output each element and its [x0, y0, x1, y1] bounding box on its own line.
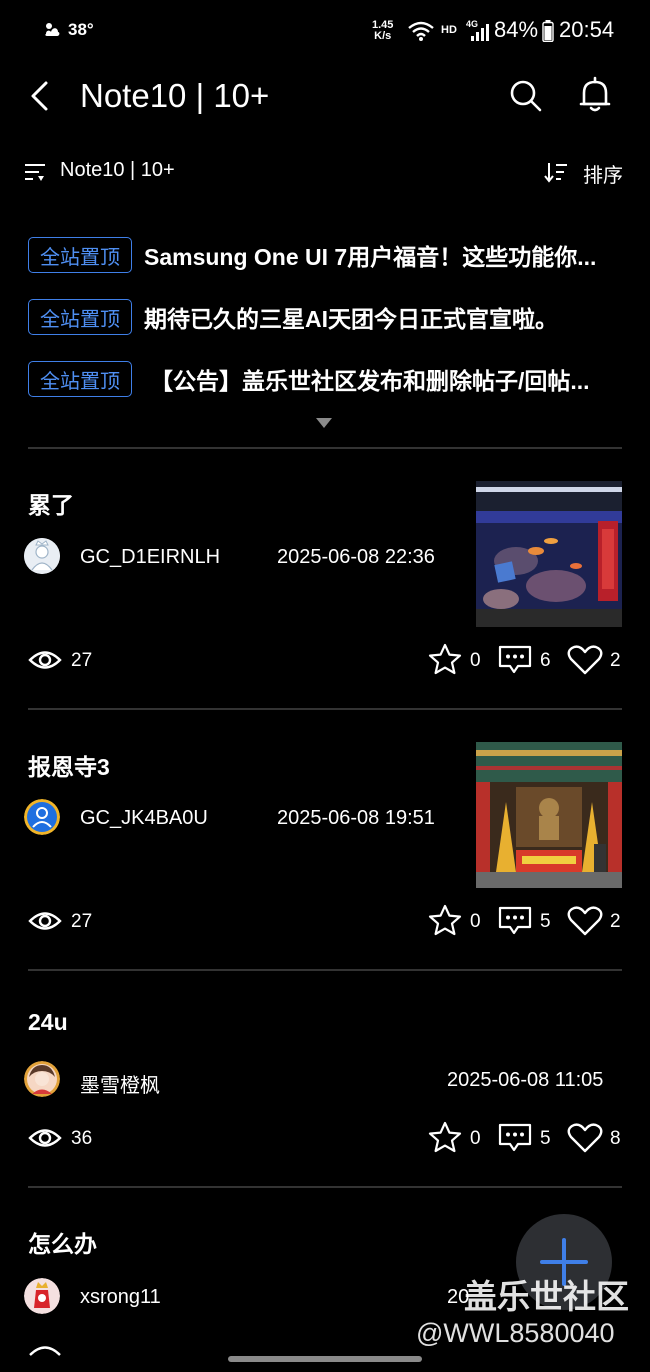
wifi-icon	[408, 21, 434, 41]
temperature: 38°	[68, 20, 94, 39]
pinned-title: 【公告】盖乐世社区发布和删除帖子/回帖...	[150, 368, 590, 394]
back-arrow-icon[interactable]	[26, 80, 54, 112]
signal-icon	[471, 24, 489, 41]
comment-icon[interactable]	[498, 1123, 532, 1153]
post-title[interactable]: 24u	[28, 1009, 68, 1036]
heart-icon[interactable]	[567, 644, 603, 676]
post-time: 2025-06-08 22:36	[277, 546, 435, 568]
pinned-title: Samsung One UI 7用户福音！这些功能你...	[144, 244, 597, 270]
like-count: 2	[610, 650, 621, 671]
eye-icon	[28, 651, 62, 669]
pinned-badge: 全站置顶	[28, 361, 132, 397]
post-title[interactable]: 怎么办	[28, 1225, 97, 1259]
star-icon[interactable]	[428, 643, 462, 675]
sort-button[interactable]: 排序	[583, 159, 623, 188]
comment-count: 6	[540, 650, 551, 671]
home-indicator[interactable]	[228, 1356, 422, 1362]
author-name[interactable]: GC_D1EIRNLH	[80, 546, 220, 569]
pinned-title: 期待已久的三星AI天团今日正式官宣啦。	[144, 306, 558, 332]
comment-icon[interactable]	[498, 906, 532, 936]
expand-chevron-icon[interactable]	[314, 416, 334, 430]
pinned-post[interactable]: 全站置顶 Samsung One UI 7用户福音！这些功能你...	[28, 236, 628, 274]
watermark-handle: @WWL8580040	[416, 1318, 615, 1348]
comment-count: 5	[540, 911, 551, 932]
view-count: 27	[71, 650, 93, 671]
favorite-count: 0	[470, 650, 481, 671]
post-title[interactable]: 报恩寺3	[28, 748, 110, 782]
eye-icon	[28, 912, 62, 930]
star-icon[interactable]	[428, 904, 462, 936]
avatar[interactable]	[24, 799, 60, 835]
hd-indicator: HD	[441, 24, 457, 36]
eye-icon	[28, 1129, 62, 1147]
comment-icon[interactable]	[498, 645, 532, 675]
net-speed: 1.45 K/s	[372, 19, 394, 42]
divider	[28, 447, 622, 449]
eye-icon	[29, 1346, 61, 1356]
post-time: 2025-06-08 11:05	[447, 1069, 604, 1091]
bell-icon[interactable]	[578, 76, 612, 114]
status-bar: 38° 1.45 K/s HD 4G 84% 20:54	[0, 0, 650, 60]
filter-label[interactable]: Note10 | 10+	[60, 159, 175, 182]
pinned-post[interactable]: 全站置顶 期待已久的三星AI天团今日正式官宣啦。	[28, 298, 628, 336]
battery-icon	[542, 20, 554, 42]
post-title[interactable]: 累了	[28, 486, 74, 520]
divider	[28, 1186, 622, 1188]
weather-icon	[45, 23, 60, 36]
view-count: 27	[71, 911, 93, 932]
sort-icon[interactable]	[544, 161, 568, 183]
author-name[interactable]: xsrong11	[80, 1286, 161, 1309]
page-title: Note10 | 10+	[80, 77, 270, 114]
divider	[28, 969, 622, 971]
clock: 20:54	[559, 17, 615, 42]
battery-percent: 84%	[494, 17, 539, 42]
comment-count: 5	[540, 1128, 551, 1149]
post-thumbnail[interactable]	[476, 742, 622, 888]
like-count: 8	[610, 1128, 621, 1149]
pinned-badge: 全站置顶	[28, 299, 132, 335]
pinned-post[interactable]: 全站置顶 【公告】盖乐世社区发布和删除帖子/回帖...	[28, 360, 628, 398]
heart-icon[interactable]	[567, 1122, 603, 1154]
view-count: 36	[71, 1128, 93, 1149]
favorite-count: 0	[470, 1128, 481, 1149]
post-time: 2025-06-08 19:51	[277, 807, 435, 829]
search-icon[interactable]	[508, 78, 544, 114]
like-count: 2	[610, 911, 621, 932]
filter-icon[interactable]	[24, 162, 46, 182]
author-name[interactable]: 墨雪橙枫	[80, 1069, 160, 1098]
heart-icon[interactable]	[567, 905, 603, 937]
avatar[interactable]	[24, 1061, 60, 1097]
star-icon[interactable]	[428, 1121, 462, 1153]
pinned-badge: 全站置顶	[28, 237, 132, 273]
post-thumbnail[interactable]	[476, 481, 622, 627]
avatar[interactable]	[24, 1278, 60, 1314]
divider	[28, 708, 622, 710]
watermark-title: 盖乐世社区	[464, 1278, 629, 1315]
favorite-count: 0	[470, 911, 481, 932]
author-name[interactable]: GC_JK4BA0U	[80, 807, 208, 830]
avatar[interactable]	[24, 538, 60, 574]
